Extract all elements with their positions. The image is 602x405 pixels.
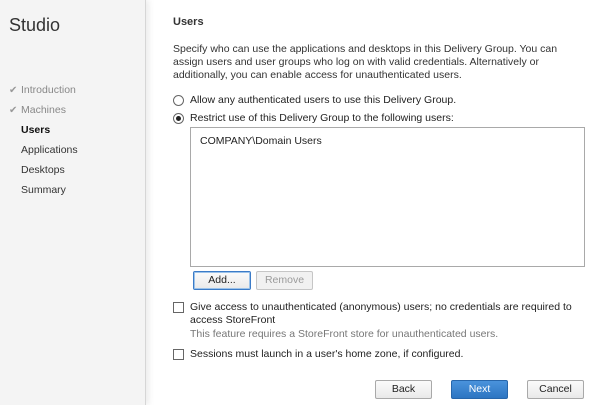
cancel-button[interactable]: Cancel [527, 380, 584, 399]
home-zone-checkbox[interactable] [173, 349, 184, 360]
page-description: Specify who can use the applications and… [173, 43, 558, 81]
allow-any-option[interactable]: Allow any authenticated users to use thi… [173, 94, 456, 106]
allow-any-radio[interactable] [173, 94, 184, 106]
remove-button[interactable]: Remove [256, 271, 313, 290]
step-introduction[interactable]: ✔ Introduction [9, 80, 78, 100]
step-label: Introduction [21, 84, 76, 96]
home-zone-label: Sessions must launch in a user's home zo… [190, 348, 464, 360]
wizard-content: Users Specify who can use the applicatio… [146, 0, 602, 405]
add-button[interactable]: Add... [193, 271, 251, 290]
unauthenticated-note: This feature requires a StoreFront store… [190, 328, 499, 340]
step-applications[interactable]: Applications [9, 140, 78, 160]
app-title: Studio [9, 15, 61, 35]
home-zone-option[interactable]: Sessions must launch in a user's home zo… [173, 348, 590, 361]
step-label: Desktops [21, 164, 65, 176]
step-summary[interactable]: Summary [9, 180, 78, 200]
restrict-radio[interactable] [173, 112, 184, 124]
unauthenticated-checkbox[interactable] [173, 302, 184, 313]
checkmark-icon: ✔ [9, 105, 18, 116]
step-label: Applications [21, 144, 78, 156]
restrict-option[interactable]: Restrict use of this Delivery Group to t… [173, 112, 454, 124]
step-users[interactable]: Users [9, 120, 78, 140]
wizard-sidebar: Studio ✔ Introduction ✔ Machines Users App… [0, 0, 146, 405]
unauthenticated-option[interactable]: Give access to unauthenticated (anonymou… [173, 301, 590, 327]
step-desktops[interactable]: Desktops [9, 160, 78, 180]
step-label: Machines [21, 104, 66, 116]
checkmark-icon: ✔ [9, 85, 18, 96]
page-title: Users [173, 16, 204, 28]
next-button[interactable]: Next [451, 380, 508, 399]
list-item[interactable]: COMPANY\Domain Users [191, 128, 584, 147]
restrict-label: Restrict use of this Delivery Group to t… [190, 112, 454, 124]
users-list[interactable]: COMPANY\Domain Users [190, 127, 585, 267]
step-label: Summary [21, 184, 66, 196]
step-machines[interactable]: ✔ Machines [9, 100, 78, 120]
allow-any-label: Allow any authenticated users to use thi… [190, 94, 457, 106]
unauthenticated-label: Give access to unauthenticated (anonymou… [190, 301, 572, 326]
step-label: Users [21, 124, 51, 136]
wizard-steps: ✔ Introduction ✔ Machines Users Applicatio… [9, 80, 78, 200]
back-button[interactable]: Back [375, 380, 432, 399]
